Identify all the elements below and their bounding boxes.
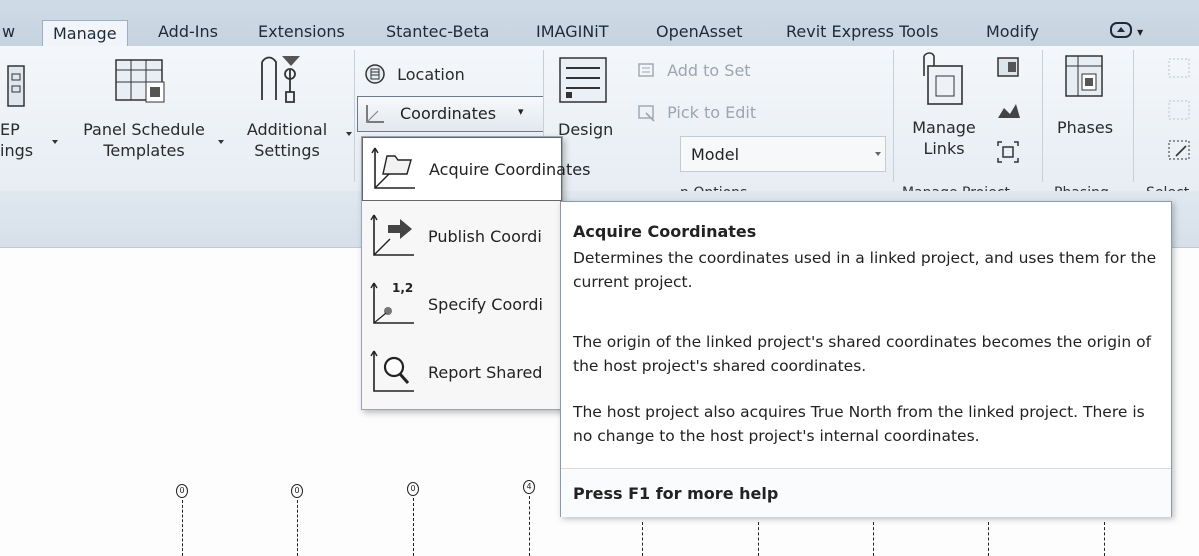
- ribbon-display-toggle[interactable]: ▾: [1110, 20, 1143, 40]
- add-to-set-button[interactable]: Add to Set: [636, 60, 751, 81]
- ribbon-tab-bar: w Manage Add-Ins Extensions Stantec-Beta…: [0, 0, 1199, 51]
- grid-line: [297, 500, 298, 556]
- design-option-value: Model: [691, 145, 740, 164]
- tab-openasset[interactable]: OpenAsset: [656, 22, 742, 41]
- select-pinned-icon[interactable]: [1166, 138, 1196, 164]
- grid-bubble[interactable]: 0: [407, 482, 419, 496]
- phasing-panel-title: Phasing: [1054, 182, 1109, 191]
- manage-links-label-2: Links: [923, 139, 965, 158]
- menu-item-label: Publish Coordi: [428, 227, 542, 246]
- pick-to-edit-label: Pick to Edit: [667, 103, 757, 122]
- grid-bubble[interactable]: 4: [523, 480, 535, 494]
- select-underlay-icon[interactable]: [1166, 98, 1196, 124]
- grid-line: [529, 496, 530, 556]
- manage-links-icon: [923, 52, 963, 105]
- additional-settings-dropdown-icon[interactable]: [346, 132, 352, 136]
- tooltip-footer: Press F1 for more help: [561, 468, 1171, 517]
- additional-settings-icon: [261, 56, 300, 103]
- acquire-coordinates-tooltip: Acquire Coordinates Determines the coord…: [560, 201, 1172, 517]
- grid-line: [1104, 522, 1105, 556]
- coordinates-dropdown-menu: Acquire Coordinates Publish Coordi 1,2 S…: [361, 136, 590, 410]
- menu-item-label: Report Shared: [428, 363, 543, 382]
- design-options-icon: [559, 57, 607, 103]
- tab-addins[interactable]: Add-Ins: [158, 22, 218, 41]
- qat-dropdown-arrow[interactable]: ▾: [1137, 25, 1143, 39]
- tab-extensions[interactable]: Extensions: [258, 22, 345, 41]
- mep-settings-dropdown-icon[interactable]: [52, 140, 58, 144]
- panel-separator: [1133, 50, 1134, 182]
- mep-settings-label-1: EP: [0, 120, 20, 139]
- location-label: Location: [397, 64, 465, 84]
- manage-links-button[interactable]: Manage Links: [904, 118, 984, 158]
- coordinates-icon: [366, 105, 384, 123]
- tab-stantec-beta[interactable]: Stantec-Beta: [386, 22, 489, 41]
- grid-line: [758, 522, 759, 556]
- pick-to-edit-button[interactable]: Pick to Edit: [636, 102, 756, 123]
- menu-item-acquire-coordinates[interactable]: Acquire Coordinates: [362, 137, 590, 201]
- tab-revit-express-tools[interactable]: Revit Express Tools: [786, 22, 939, 41]
- mep-settings-label-2: ings: [0, 141, 34, 160]
- panel-separator: [1042, 50, 1043, 182]
- menu-item-label: Acquire Coordinates: [429, 160, 591, 179]
- coordinates-button[interactable]: Coordinates ▾: [357, 96, 544, 132]
- additional-settings-button[interactable]: Additional Settings: [232, 120, 342, 160]
- manage-project-panel-title: Manage Project: [902, 182, 1010, 191]
- design-options-button[interactable]: Design: [558, 120, 613, 139]
- design-options-panel-title: n Options: [680, 182, 747, 191]
- mep-settings-icon: [7, 65, 25, 107]
- panel-schedule-label-2: Templates: [103, 141, 185, 160]
- tooltip-title: Acquire Coordinates: [573, 222, 757, 241]
- menu-item-report-shared-coordinates[interactable]: Report Shared: [362, 341, 562, 405]
- mep-settings-button[interactable]: EP ings: [0, 120, 33, 160]
- grid-bubble[interactable]: 0: [291, 484, 303, 498]
- add-to-set-label: Add to Set: [667, 61, 751, 80]
- tooltip-paragraph-1: Determines the coordinates used in a lin…: [573, 249, 1157, 291]
- menu-item-publish-coordinates[interactable]: Publish Coordi: [362, 205, 562, 269]
- location-icon: [365, 64, 385, 84]
- tab-imaginit[interactable]: IMAGINiT: [536, 22, 609, 41]
- tab-manage-label: Manage: [53, 24, 117, 43]
- additional-settings-label-2: Settings: [254, 141, 320, 160]
- coordinates-label: Coordinates: [400, 104, 497, 123]
- design-option-select[interactable]: Model: [680, 136, 886, 172]
- grid-line: [182, 500, 183, 556]
- add-to-set-icon: [638, 62, 654, 77]
- select-panel-title: Select: [1146, 182, 1189, 191]
- panel-schedule-icon: [115, 59, 165, 103]
- manage-links-label-1: Manage: [912, 118, 976, 137]
- panel-schedule-templates-button[interactable]: Panel Schedule Templates: [74, 120, 214, 160]
- specify-coordinates-icon-text: 1,2: [392, 281, 414, 295]
- tooltip-paragraph-3: The host project also acquires True Nort…: [573, 403, 1145, 445]
- publish-coordinates-icon: [370, 214, 414, 256]
- coordinates-dropdown-icon: ▾: [518, 105, 524, 118]
- acquire-coordinates-icon: [371, 147, 415, 189]
- grid-line: [873, 522, 874, 556]
- tooltip-paragraph-2: The origin of the linked project's share…: [573, 333, 1152, 375]
- select-links-icon[interactable]: [996, 140, 1022, 164]
- phases-icon: [1065, 55, 1103, 97]
- menu-item-specify-coordinates[interactable]: 1,2 Specify Coordi: [362, 273, 562, 337]
- starting-view-icon[interactable]: [996, 56, 1022, 80]
- panel-schedule-dropdown-icon[interactable]: [218, 140, 224, 144]
- pick-to-edit-icon: [638, 104, 655, 122]
- grid-line: [988, 522, 989, 556]
- ribbon-minimize-icon: [1110, 22, 1132, 38]
- grid-line: [642, 522, 643, 556]
- tab-modify[interactable]: Modify: [986, 22, 1039, 41]
- decal-types-icon[interactable]: [996, 100, 1022, 124]
- phases-button[interactable]: Phases: [1048, 118, 1122, 137]
- panel-schedule-label-1: Panel Schedule: [83, 120, 205, 139]
- select-links-toggle-icon[interactable]: [1166, 56, 1196, 82]
- additional-settings-label-1: Additional: [246, 120, 328, 139]
- panel-separator: [893, 50, 894, 182]
- grid-bubble[interactable]: 0: [176, 484, 188, 498]
- report-shared-coordinates-icon: [370, 350, 414, 392]
- panel-separator: [354, 50, 355, 182]
- location-button[interactable]: Location: [364, 63, 465, 85]
- menu-item-label: Specify Coordi: [428, 295, 543, 314]
- tooltip-help-hint: Press F1 for more help: [573, 484, 779, 503]
- tab-view-partial[interactable]: w: [2, 22, 15, 41]
- chevron-down-icon: [875, 152, 881, 156]
- grid-line: [413, 498, 414, 556]
